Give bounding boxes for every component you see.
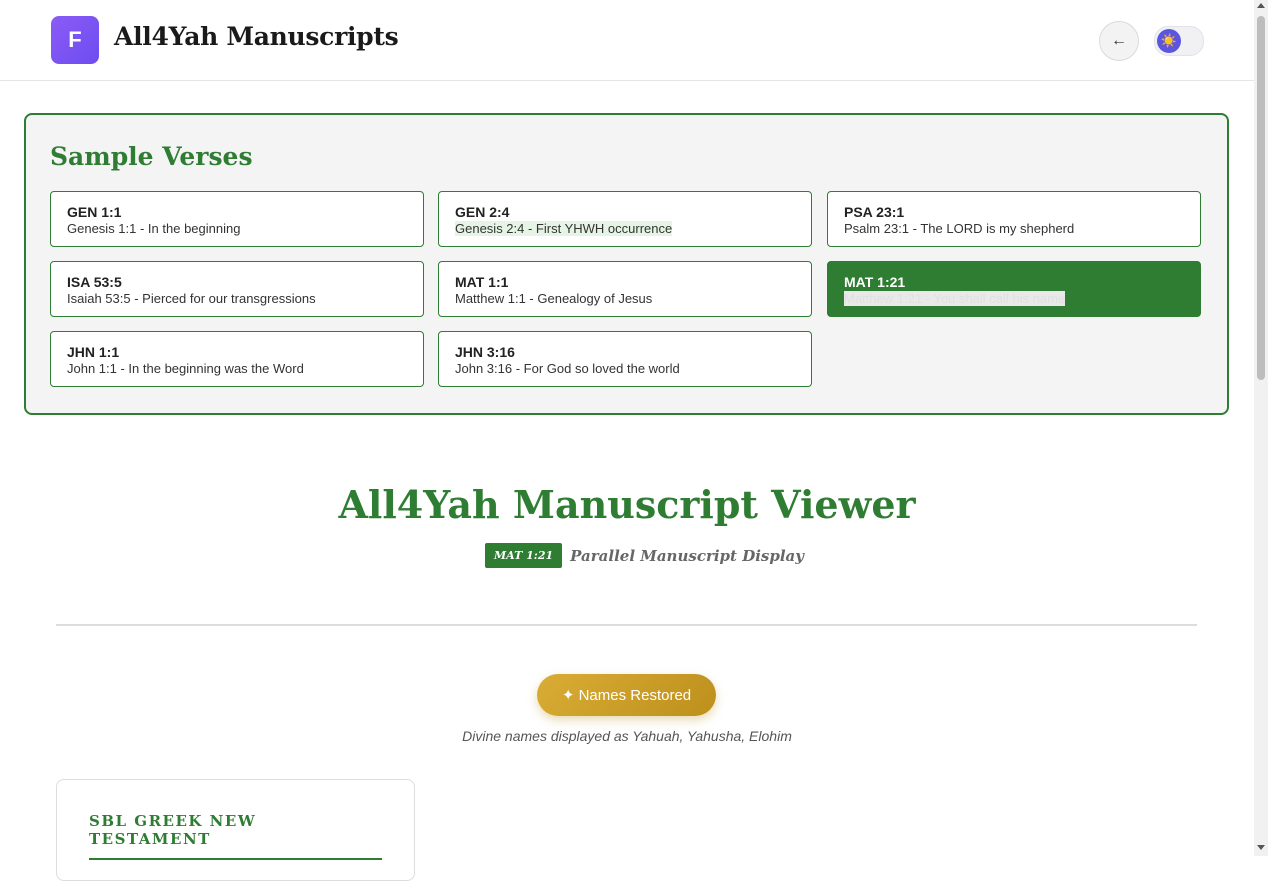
app-title: All4Yah Manuscripts xyxy=(114,22,399,51)
back-button[interactable]: ← xyxy=(1099,21,1139,61)
verse-desc: Matthew 1:1 - Genealogy of Jesus xyxy=(455,291,653,306)
sun-icon: ☀️ xyxy=(1157,29,1181,53)
verse-desc: John 3:16 - For God so loved the world xyxy=(455,361,680,376)
verse-ref: JHN 3:16 xyxy=(455,344,515,360)
current-ref-badge: MAT 1:21 xyxy=(485,543,563,568)
verse-card-jhn-3-16[interactable]: JHN 3:16 John 3:16 - For God so loved th… xyxy=(438,331,812,387)
verse-card-mat-1-21[interactable]: MAT 1:21 Matthew 1:21 - You shall call h… xyxy=(827,261,1201,317)
theme-toggle[interactable]: ☀️ xyxy=(1154,26,1204,56)
verse-ref: GEN 2:4 xyxy=(455,204,510,220)
verse-card-gen-1-1[interactable]: GEN 1:1 Genesis 1:1 - In the beginning xyxy=(50,191,424,247)
verse-desc: Matthew 1:21 - You shall call his name xyxy=(844,291,1066,306)
verse-card-psa-23-1[interactable]: PSA 23:1 Psalm 23:1 - The LORD is my she… xyxy=(827,191,1201,247)
verse-desc: Isaiah 53:5 - Pierced for our transgress… xyxy=(67,291,316,306)
scroll-down-arrow[interactable] xyxy=(1257,845,1265,850)
names-restored-button[interactable]: ✦ Names Restored xyxy=(537,674,716,716)
app-logo: F xyxy=(51,16,99,64)
verse-ref: MAT 1:21 xyxy=(844,274,906,290)
manuscript-card: SBL GREEK NEW TESTAMENT xyxy=(56,779,415,881)
app-header: F All4Yah Manuscripts ← ☀️ xyxy=(0,0,1254,81)
manuscript-title: SBL GREEK NEW TESTAMENT xyxy=(89,812,382,860)
viewer-subtitle-row: MAT 1:21 Parallel Manuscript Display xyxy=(485,543,804,568)
sample-verses-panel: Sample Verses GEN 1:1 Genesis 1:1 - In t… xyxy=(24,113,1229,415)
viewer-title: All4Yah Manuscript Viewer xyxy=(338,482,916,527)
verse-card-mat-1-1[interactable]: MAT 1:1 Matthew 1:1 - Genealogy of Jesus xyxy=(438,261,812,317)
verse-ref: JHN 1:1 xyxy=(67,344,120,360)
verse-ref: ISA 53:5 xyxy=(67,274,122,290)
sample-verses-title: Sample Verses xyxy=(50,142,253,171)
verse-ref: MAT 1:1 xyxy=(455,274,509,290)
scroll-up-arrow[interactable] xyxy=(1257,3,1265,8)
verse-ref: GEN 1:1 xyxy=(67,204,122,220)
verse-card-isa-53-5[interactable]: ISA 53:5 Isaiah 53:5 - Pierced for our t… xyxy=(50,261,424,317)
verse-desc: Psalm 23:1 - The LORD is my shepherd xyxy=(844,221,1075,236)
verse-card-jhn-1-1[interactable]: JHN 1:1 John 1:1 - In the beginning was … xyxy=(50,331,424,387)
names-note: Divine names displayed as Yahuah, Yahush… xyxy=(462,728,792,744)
scroll-thumb[interactable] xyxy=(1257,16,1265,380)
viewer-subtitle: Parallel Manuscript Display xyxy=(570,546,804,565)
verse-ref: PSA 23:1 xyxy=(844,204,905,220)
section-divider xyxy=(56,624,1197,626)
page-scrollbar[interactable] xyxy=(1254,0,1268,856)
arrow-left-icon: ← xyxy=(1111,32,1127,49)
verse-desc: Genesis 1:1 - In the beginning xyxy=(67,221,241,236)
verse-card-gen-2-4[interactable]: GEN 2:4 Genesis 2:4 - First YHWH occurre… xyxy=(438,191,812,247)
verse-desc: Genesis 2:4 - First YHWH occurrence xyxy=(455,221,673,236)
verse-desc: John 1:1 - In the beginning was the Word xyxy=(67,361,304,376)
